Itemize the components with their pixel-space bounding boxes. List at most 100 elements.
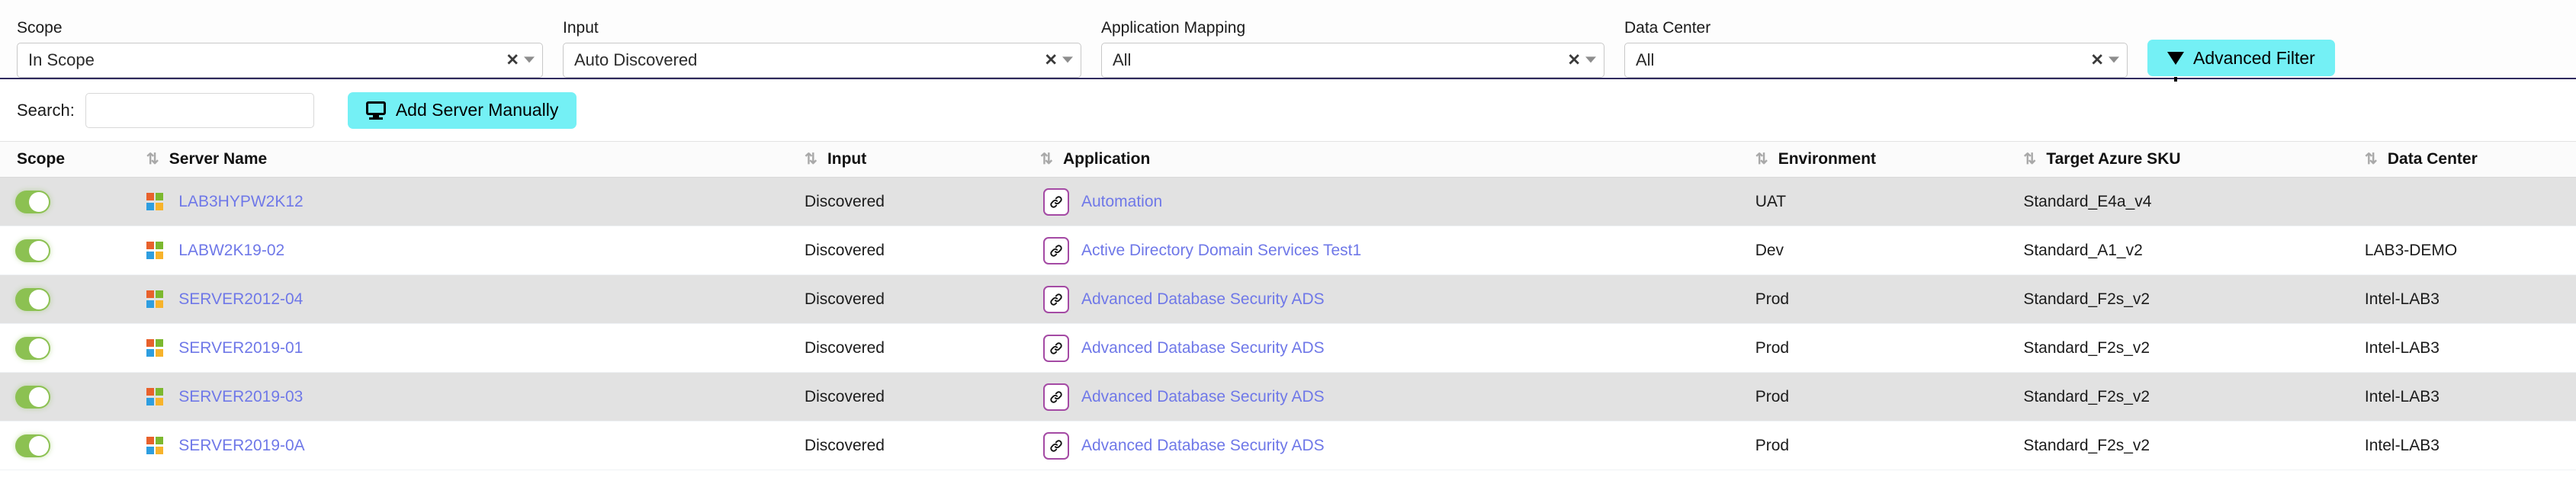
column-header-scope[interactable]: Scope: [0, 142, 146, 178]
table-row[interactable]: LABW2K19-02 Discovered Active Directory Do…: [0, 226, 2576, 275]
data-center-filter-label: Data Center: [1624, 19, 1711, 37]
filter-group-data-center: Data Center All ✕: [1624, 20, 2128, 78]
column-header-input[interactable]: ⇅ Input: [804, 142, 1040, 178]
sort-icon-server-name[interactable]: ⇅: [146, 152, 162, 167]
chevron-down-icon[interactable]: [524, 56, 535, 63]
server-name-link[interactable]: SERVER2012-04: [178, 290, 303, 309]
link-chip-icon[interactable]: [1042, 188, 1069, 216]
server-name-link[interactable]: SERVER2019-01: [178, 339, 303, 357]
scope-toggle[interactable]: [15, 385, 50, 409]
application-link[interactable]: Advanced Database Security ADS: [1081, 339, 1325, 357]
cell-scope: [0, 372, 146, 421]
column-header-target-azure-sku[interactable]: ⇅ Target Azure SKU: [2023, 142, 2365, 178]
cell-environment: Prod: [1755, 421, 2024, 470]
cell-server-name: SERVER2012-04: [146, 274, 805, 324]
scope-toggle[interactable]: [15, 239, 50, 262]
scope-toggle[interactable]: [15, 190, 50, 213]
column-header-data-center[interactable]: ⇅ Data Center: [2364, 142, 2576, 178]
add-server-manually-label: Add Server Manually: [395, 100, 559, 120]
cell-application: Automation: [1039, 177, 1755, 226]
application-link[interactable]: Automation: [1081, 193, 1162, 211]
cell-application: Advanced Database Security ADS: [1039, 323, 1755, 373]
link-chip-icon[interactable]: [1042, 431, 1069, 460]
column-header-input-label: Input: [827, 150, 867, 168]
table-row[interactable]: SERVER2019-0A Discovered Advanced Database…: [0, 421, 2576, 470]
input-clear-icon[interactable]: ✕: [1044, 53, 1058, 69]
windows-logo-icon: [146, 437, 164, 454]
sort-icon-input[interactable]: ⇅: [805, 152, 820, 167]
cell-input: Discovered: [804, 372, 1040, 421]
server-name-link[interactable]: SERVER2019-03: [178, 388, 303, 406]
application-mapping-filter-label: Application Mapping: [1101, 19, 1246, 37]
toggle-knob: [29, 338, 49, 358]
cell-input: Discovered: [804, 274, 1040, 324]
data-center-select[interactable]: All ✕: [1624, 43, 2128, 78]
cell-environment: Prod: [1755, 323, 2024, 373]
table-row[interactable]: SERVER2019-01 Discovered Advanced Database…: [0, 323, 2576, 373]
advanced-filter-button[interactable]: Advanced Filter: [2147, 40, 2335, 82]
chevron-down-icon[interactable]: [1062, 56, 1073, 63]
cell-data-center: [2364, 177, 2576, 226]
chevron-down-icon[interactable]: [2109, 56, 2119, 63]
cell-input: Discovered: [804, 421, 1040, 470]
column-header-application[interactable]: ⇅ Application: [1039, 142, 1755, 178]
scope-select[interactable]: In Scope ✕: [17, 43, 543, 78]
application-link[interactable]: Active Directory Domain Services Test1: [1081, 242, 1361, 260]
column-header-environment-label: Environment: [1778, 150, 1877, 168]
scope-select-value: In Scope: [28, 50, 95, 69]
application-mapping-select[interactable]: All ✕: [1101, 43, 1604, 78]
cell-environment: UAT: [1755, 177, 2024, 226]
column-header-scope-label: Scope: [17, 150, 66, 168]
cell-application: Advanced Database Security ADS: [1039, 421, 1755, 470]
scope-filter-label: Scope: [17, 19, 63, 37]
sort-icon-data-center[interactable]: ⇅: [2365, 152, 2380, 167]
scope-clear-icon[interactable]: ✕: [506, 53, 519, 69]
application-link[interactable]: Advanced Database Security ADS: [1081, 437, 1325, 455]
windows-logo-icon: [146, 242, 164, 259]
server-name-link[interactable]: LABW2K19-02: [178, 242, 284, 260]
column-header-target-azure-sku-label: Target Azure SKU: [2046, 150, 2181, 168]
cell-scope: [0, 421, 146, 470]
scope-toggle[interactable]: [15, 336, 50, 360]
sort-icon-application[interactable]: ⇅: [1040, 152, 1055, 167]
cell-target-azure-sku: Standard_E4a_v4: [2023, 177, 2365, 226]
sort-icon-target-azure-sku[interactable]: ⇅: [2023, 152, 2038, 167]
data-center-clear-icon[interactable]: ✕: [2090, 53, 2104, 69]
cell-input: Discovered: [804, 226, 1040, 275]
chevron-down-icon[interactable]: [1585, 56, 1596, 63]
search-toolbar: Search: Add Server Manually: [0, 79, 2576, 142]
add-server-manually-button[interactable]: Add Server Manually: [347, 91, 577, 129]
application-mapping-clear-icon[interactable]: ✕: [1567, 53, 1581, 69]
cell-environment: Prod: [1755, 274, 2024, 324]
server-name-link[interactable]: LAB3HYPW2K12: [178, 193, 303, 211]
cell-target-azure-sku: Standard_F2s_v2: [2023, 421, 2365, 470]
cell-data-center: Intel-LAB3: [2364, 274, 2576, 324]
cell-scope: [0, 226, 146, 275]
server-name-link[interactable]: SERVER2019-0A: [178, 437, 304, 455]
application-link[interactable]: Advanced Database Security ADS: [1081, 290, 1325, 309]
scope-toggle[interactable]: [15, 287, 50, 311]
cell-server-name: SERVER2019-0A: [146, 421, 805, 470]
table-header-row: Scope ⇅ Server Name ⇅ Input ⇅ Applicatio…: [0, 142, 2576, 178]
cell-scope: [0, 323, 146, 373]
table-row[interactable]: LAB3HYPW2K12 Discovered Automation UAT Stand…: [0, 177, 2576, 226]
search-label: Search:: [17, 100, 75, 120]
link-chip-icon[interactable]: [1042, 383, 1069, 411]
search-input[interactable]: [85, 92, 314, 128]
column-header-server-name[interactable]: ⇅ Server Name: [146, 142, 805, 178]
link-chip-icon[interactable]: [1042, 334, 1069, 362]
table-row[interactable]: SERVER2012-04 Discovered Advanced Database…: [0, 274, 2576, 324]
link-chip-icon[interactable]: [1042, 285, 1069, 313]
table-row[interactable]: SERVER2019-03 Discovered Advanced Database…: [0, 372, 2576, 421]
cell-scope: [0, 274, 146, 324]
column-header-environment[interactable]: ⇅ Environment: [1755, 142, 2024, 178]
input-select[interactable]: Auto Discovered ✕: [563, 43, 1081, 78]
scope-toggle[interactable]: [15, 434, 50, 457]
application-link[interactable]: Advanced Database Security ADS: [1081, 388, 1325, 406]
input-filter-label: Input: [563, 19, 599, 37]
sort-icon-environment[interactable]: ⇅: [1755, 152, 1771, 167]
filter-group-scope: Scope In Scope ✕: [17, 20, 543, 78]
link-chip-icon[interactable]: [1042, 236, 1069, 264]
table-body: LAB3HYPW2K12 Discovered Automation UAT Stand…: [0, 177, 2576, 470]
toggle-knob: [29, 289, 49, 309]
